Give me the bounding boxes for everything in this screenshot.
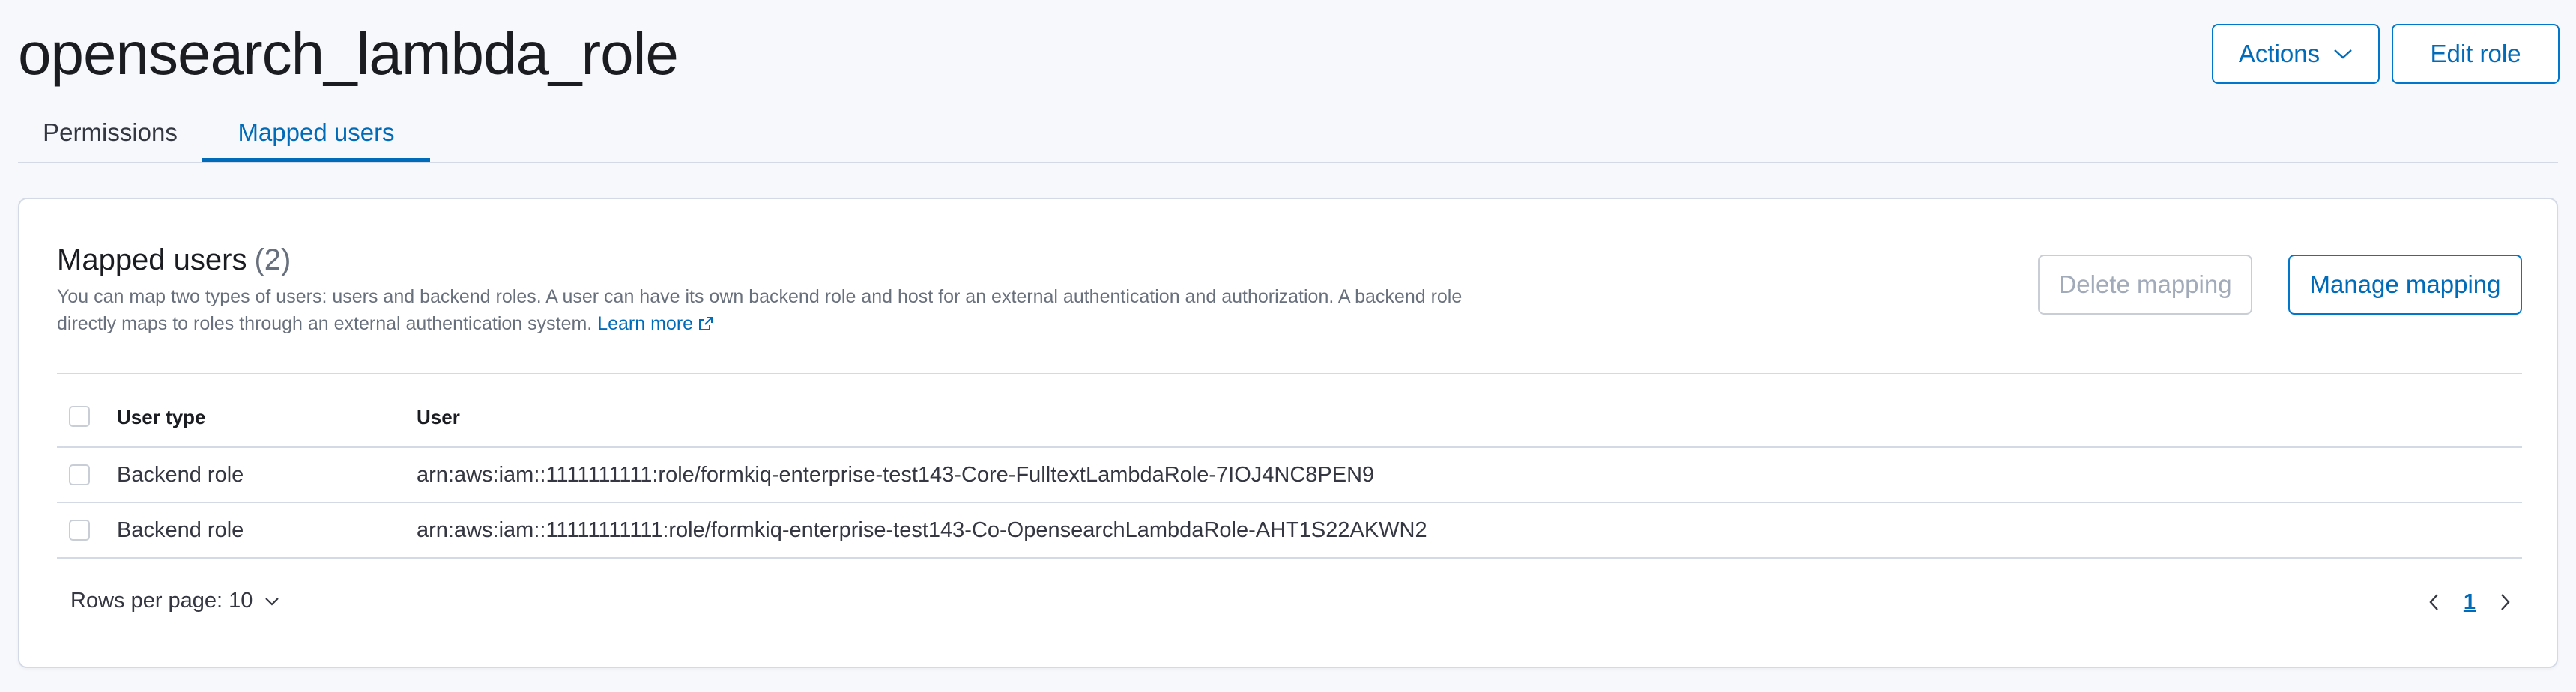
panel-title: Mapped users (2) [57,241,291,279]
tab-permissions[interactable]: Permissions [18,105,202,160]
chevron-down-icon [2334,49,2352,59]
mapped-users-count: (2) [254,243,291,276]
table-header-row: User type User [57,373,2522,448]
user-cell: arn:aws:iam::11111111111:role/formkiq-en… [417,518,1427,542]
table-row: Backend role arn:aws:iam::11111111111:ro… [57,503,2522,559]
description-text: You can map two types of users: users an… [57,286,1463,334]
actions-button-label: Actions [2238,40,2320,67]
mapped-users-panel: Mapped users (2) You can map two types of… [18,198,2558,668]
chevron-left-icon[interactable] [2426,592,2443,612]
panel-description: You can map two types of users: users an… [57,283,1518,337]
user-type-cell: Backend role [117,463,244,487]
column-header-user-type[interactable]: User type [117,406,206,429]
chevron-down-icon [265,597,279,606]
page-number-button[interactable]: 1 [2464,590,2476,615]
table-row: Backend role arn:aws:iam::1111111111:rol… [57,448,2522,503]
row-checkbox[interactable] [69,520,90,541]
tab-mapped-users[interactable]: Mapped users [202,105,430,162]
learn-more-link[interactable]: Learn more [597,313,714,334]
rows-per-page-label: Rows per page: 10 [70,589,253,613]
chevron-right-icon[interactable] [2497,592,2513,612]
external-link-icon [699,317,713,330]
manage-mapping-button[interactable]: Manage mapping [2288,255,2522,315]
delete-mapping-button[interactable]: Delete mapping [2038,255,2252,315]
column-header-user[interactable]: User [417,406,460,429]
pagination: 1 [2426,587,2513,617]
learn-more-label: Learn more [597,313,694,334]
page-title: opensearch_lambda_role [18,20,679,87]
row-checkbox[interactable] [69,464,90,485]
mapped-users-table: User type User Backend role arn:aws:iam:… [57,373,2522,559]
user-type-cell: Backend role [117,518,244,542]
edit-role-button[interactable]: Edit role [2392,24,2560,84]
rows-per-page-select[interactable]: Rows per page: 10 [70,589,279,613]
actions-button[interactable]: Actions [2212,24,2380,84]
tab-bar: Permissions Mapped users [18,105,2558,163]
user-cell: arn:aws:iam::1111111111:role/formkiq-ent… [417,463,1375,487]
select-all-checkbox[interactable] [69,406,90,427]
panel-title-text: Mapped users [57,243,247,276]
